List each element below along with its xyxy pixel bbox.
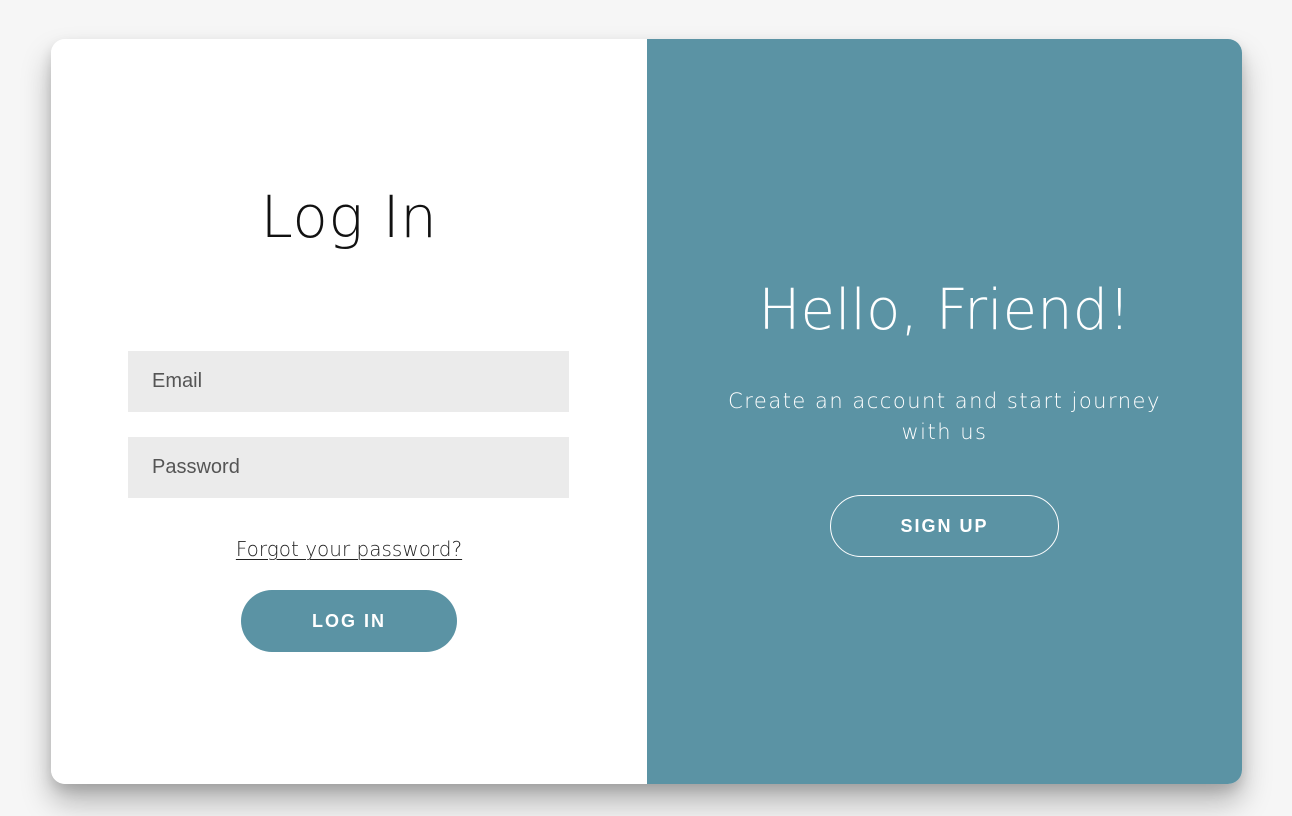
forgot-password-link[interactable]: Forgot your password?	[51, 535, 647, 563]
login-button[interactable]: LOG IN	[241, 590, 457, 652]
signup-panel: Hello, Friend! Create an account and sta…	[647, 39, 1242, 784]
signup-button[interactable]: SIGN UP	[830, 495, 1059, 557]
login-panel: Log In Forgot your password? LOG IN	[51, 39, 647, 784]
login-title: Log In	[260, 183, 438, 251]
email-input[interactable]	[128, 351, 569, 412]
signup-panel-title: Hello, Friend!	[758, 278, 1131, 343]
page-background: Log In Forgot your password? LOG IN Hell…	[0, 0, 1292, 816]
signup-panel-subtitle: Create an account and start journey with…	[728, 389, 1161, 444]
auth-card: Log In Forgot your password? LOG IN Hell…	[51, 39, 1242, 784]
password-input[interactable]	[128, 437, 569, 498]
